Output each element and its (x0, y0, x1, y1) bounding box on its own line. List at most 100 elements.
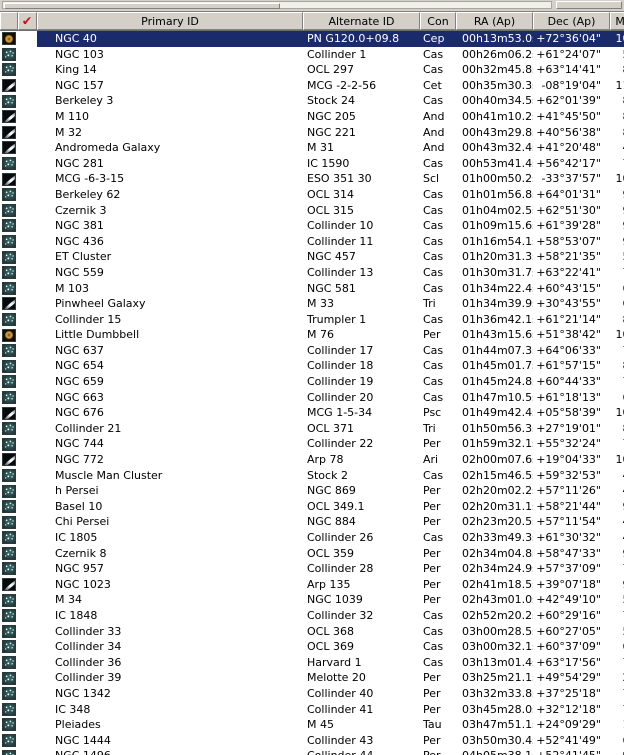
row-checkbox-cell[interactable] (18, 576, 37, 593)
table-row[interactable]: NGC 1496Collinder 44Per04h05m38.1s+52°41… (0, 748, 624, 755)
scrollbar-right-segment[interactable] (556, 1, 622, 9)
table-row[interactable]: NGC 659 Collinder 19 Cas 01h45m24.8s +60°44'… (0, 374, 624, 390)
row-checkbox-cell[interactable] (18, 483, 37, 499)
row-checkbox-cell[interactable] (18, 93, 37, 109)
table-row[interactable]: NGC 1023 Arp 135 Per 02h41m18.5s+39°07'18" 9… (0, 576, 624, 593)
table-row[interactable]: M 110NGC 205And00h41m10.2s+41°45'50"8.91 (0, 108, 624, 125)
header-constellation[interactable]: Con (420, 12, 456, 30)
table-body[interactable]: NGC 40 PN G120.0+09.8 Cep 00h13m53.0s +72°36… (0, 31, 624, 755)
row-checkbox-cell[interactable] (18, 639, 37, 655)
table-row[interactable]: Basel 10 OCL 349.1 Per 02h20m31.1s +58°21'44… (0, 498, 624, 515)
table-row[interactable]: NGC 637 Collinder 17 Cas 01h44m07.3s +64°06'… (0, 342, 624, 359)
table-row[interactable]: NGC 436 Collinder 11 Cas 01h16m54.1s +58°53'… (0, 233, 624, 250)
table-row[interactable]: Berkeley 3 Stock 24 Cas 00h40m34.5s +62°01'3… (0, 93, 624, 109)
table-row[interactable]: PleiadesM 45Tau03h47m51.1s+24°09'29"1.51 (0, 717, 624, 733)
table-row[interactable]: King 14 OCL 297 Cas 00h32m45.8s+63°14'41" 8.… (0, 62, 624, 78)
table-row[interactable]: NGC 772 Arp 78 Ari 02h00m07.6s+19°04'33" 10.… (0, 452, 624, 468)
table-row[interactable]: Collinder 36 Harvard 1 Cas 03h13m01.4s +63°1… (0, 654, 624, 671)
table-row[interactable]: NGC 663 Collinder 20 Cas 01h47m10.5s +61°18'… (0, 389, 624, 406)
header-primary-id[interactable]: Primary ID (37, 12, 303, 30)
row-checkbox-cell[interactable] (18, 389, 37, 406)
row-checkbox-cell[interactable] (18, 264, 37, 281)
table-row[interactable]: Czernik 3 OCL 315 Cas 01h04m02.5s +62°51'30"… (0, 202, 624, 219)
table-row[interactable]: Collinder 21 OCL 371 Tri 01h50m56.3s +27°19'… (0, 420, 624, 437)
row-checkbox-cell[interactable] (18, 420, 37, 437)
table-row[interactable]: Collinder 34 OCL 369 Cas 03h00m32.1s +60°37'… (0, 639, 624, 655)
table-row[interactable]: M 32NGC 221And00h43m29.8s+40°56'38"8.98 (0, 124, 624, 141)
row-checkbox-cell[interactable] (18, 670, 37, 686)
table-row[interactable]: NGC 676 MCG 1-5-34 Psc 01h49m42.4s +05°58'39… (0, 405, 624, 421)
row-checkbox-cell[interactable] (18, 124, 37, 141)
row-checkbox-cell[interactable] (18, 171, 37, 187)
row-checkbox-cell[interactable] (18, 748, 37, 755)
row-checkbox-cell[interactable] (18, 280, 37, 297)
table-row[interactable]: ET Cluster NGC 457 Cas 01h20m31.3s +58°21'35… (0, 249, 624, 265)
table-row[interactable]: Berkeley 62 OCL 314 Cas 01h01m56.8s +64°01'3… (0, 186, 624, 203)
table-row[interactable]: NGC 157 MCG -2-2-56 Cet 00h35m30.3s -08°19'0… (0, 77, 624, 94)
table-row[interactable]: NGC 1444 Collinder 43 Per 03h50m30.4s +52°41… (0, 732, 624, 749)
row-checkbox-cell[interactable] (18, 701, 37, 718)
table-row[interactable]: NGC 40 PN G120.0+09.8 Cep 00h13m53.0s +72°36… (0, 31, 624, 47)
table-row[interactable]: NGC 103 Collinder 1 Cas 00h26m06.2s +61°24'0… (0, 46, 624, 63)
row-checkbox-cell[interactable] (18, 202, 37, 219)
row-checkbox-cell[interactable] (18, 405, 37, 421)
row-checkbox-cell[interactable] (18, 685, 37, 702)
header-checkmark-column[interactable]: ✔ (18, 12, 37, 30)
row-checkbox-cell[interactable] (18, 233, 37, 250)
row-checkbox-cell[interactable] (18, 31, 37, 47)
row-checkbox-cell[interactable] (18, 452, 37, 468)
table-row[interactable]: Andromeda Galaxy M 31 And 00h43m32.4s +41°20… (0, 140, 624, 156)
table-row[interactable]: NGC 744 Collinder 22 Per 01h59m32.1s +55°32'… (0, 436, 624, 453)
table-row[interactable]: Little Dumbbell M 76 Per 01h43m15.6s +51°38'… (0, 327, 624, 343)
table-row[interactable]: M 34NGC 1039Per02h43m01.0s+42°49'10"5.81 (0, 592, 624, 608)
header-dec[interactable]: Dec (Ap) (533, 12, 610, 30)
table-row[interactable]: Collinder 33 OCL 368 Cas 03h00m28.5s +60°27'… (0, 623, 624, 640)
row-checkbox-cell[interactable] (18, 296, 37, 312)
table-row[interactable]: NGC 1342 Collinder 40 Per 03h32m33.8s +37°25… (0, 685, 624, 702)
row-checkbox-cell[interactable] (18, 311, 37, 328)
row-checkbox-cell[interactable] (18, 592, 37, 608)
table-row[interactable]: NGC 559 Collinder 13 Cas 01h30m31.7s +63°22'… (0, 264, 624, 281)
scrollbar-trough[interactable] (2, 1, 552, 9)
header-alternate-id[interactable]: Alternate ID (303, 12, 420, 30)
table-row[interactable]: NGC 654 Collinder 18 Cas 01h45m01.7s +61°57'… (0, 358, 624, 375)
table-row[interactable]: IC 1805 Collinder 26 Cas 02h33m49.3s +61°30'… (0, 530, 624, 546)
row-checkbox-cell[interactable] (18, 545, 37, 562)
horizontal-scrollbar[interactable] (0, 0, 624, 9)
table-row[interactable]: h Persei NGC 869 Per 02h20m02.2s+57°11'26" 4… (0, 483, 624, 499)
row-checkbox-cell[interactable] (18, 374, 37, 390)
header-magnitude[interactable]: Mag (610, 12, 624, 30)
row-checkbox-cell[interactable] (18, 108, 37, 125)
row-checkbox-cell[interactable] (18, 77, 37, 94)
row-checkbox-cell[interactable] (18, 155, 37, 172)
scrollbar-thumb[interactable] (4, 3, 280, 9)
table-row[interactable]: NGC 281 IC 1590 Cas 00h53m41.4s+56°42'17" 7.… (0, 155, 624, 172)
table-row[interactable]: IC 348 Collinder 41 Per 03h45m28.0s +32°12'1… (0, 701, 624, 718)
row-checkbox-cell[interactable] (18, 436, 37, 453)
row-checkbox-cell[interactable] (18, 514, 37, 530)
table-row[interactable]: MCG -6-3-15 ESO 351 30 Scl 01h00m50.2s -33°3… (0, 171, 624, 187)
row-checkbox-cell[interactable] (18, 530, 37, 546)
row-checkbox-cell[interactable] (18, 732, 37, 749)
row-checkbox-cell[interactable] (18, 467, 37, 484)
row-checkbox-cell[interactable] (18, 358, 37, 375)
row-checkbox-cell[interactable] (18, 140, 37, 156)
table-row[interactable]: Muscle Man Cluster Stock 2 Cas 02h15m46.5s +… (0, 467, 624, 484)
header-ra[interactable]: RA (Ap) (456, 12, 533, 30)
row-checkbox-cell[interactable] (18, 327, 37, 343)
table-row[interactable]: Collinder 39 Melotte 20 Per 03h25m21.1s +49°… (0, 670, 624, 686)
row-checkbox-cell[interactable] (18, 561, 37, 577)
row-checkbox-cell[interactable] (18, 249, 37, 265)
row-checkbox-cell[interactable] (18, 607, 37, 624)
row-checkbox-cell[interactable] (18, 623, 37, 640)
row-checkbox-cell[interactable] (18, 654, 37, 671)
row-checkbox-cell[interactable] (18, 62, 37, 78)
table-row[interactable]: NGC 381 Collinder 10 Cas 01h09m15.6s +61°39'… (0, 218, 624, 234)
row-checkbox-cell[interactable] (18, 218, 37, 234)
table-row[interactable]: M 103NGC 581Cas01h34m22.4s+60°43'15"6.95 (0, 280, 624, 297)
row-checkbox-cell[interactable] (18, 342, 37, 359)
table-row[interactable]: IC 1848 Collinder 32 Cas 02h52m20.2s +60°29'… (0, 607, 624, 624)
row-checkbox-cell[interactable] (18, 498, 37, 515)
row-checkbox-cell[interactable] (18, 186, 37, 203)
header-thumbnail-column[interactable] (0, 12, 18, 30)
